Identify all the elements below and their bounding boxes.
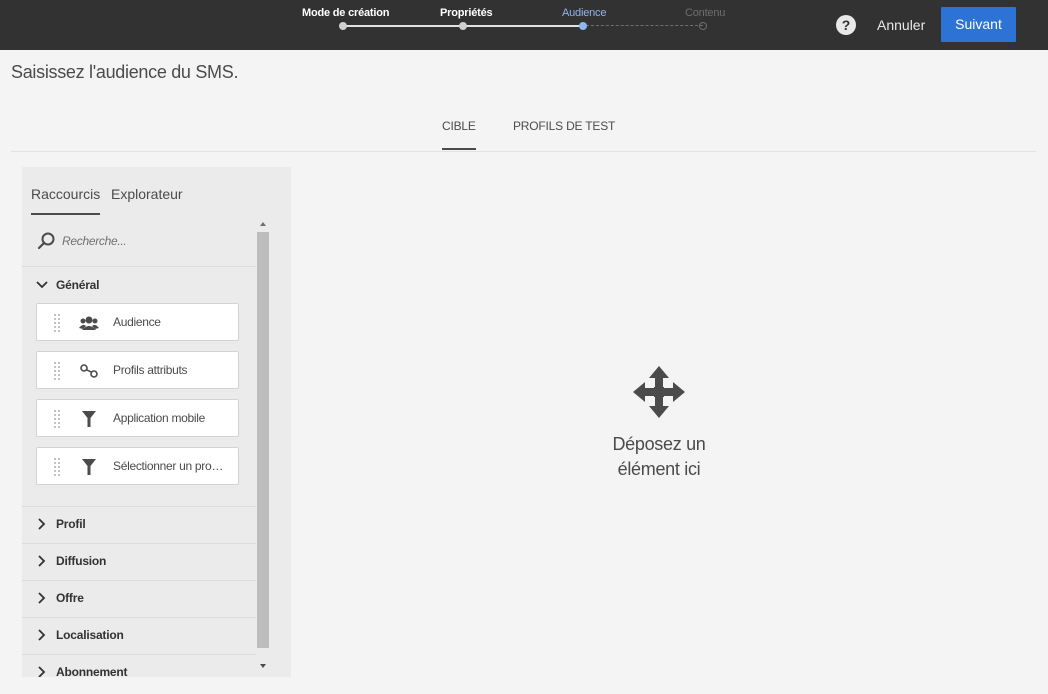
shortcuts-panel: Raccourcis Explorateur Général	[22, 167, 291, 677]
panel-tab-explorateur[interactable]: Explorateur	[111, 186, 183, 202]
shortcut-label: Application mobile	[113, 411, 205, 425]
help-icon[interactable]: ?	[836, 15, 856, 35]
section-label: Localisation	[56, 628, 124, 642]
scroll-down-arrow-icon[interactable]	[258, 661, 268, 671]
section-label: Offre	[56, 591, 84, 605]
shortcut-application-mobile[interactable]: Application mobile	[36, 399, 239, 437]
tabs-divider	[11, 151, 1036, 152]
audience-icon	[79, 316, 99, 330]
section-label: Général	[56, 278, 100, 292]
scrollbar-thumb[interactable]	[257, 232, 269, 648]
section-label: Abonnement	[56, 665, 128, 677]
shortcut-label: Sélectionner un pro…	[113, 459, 224, 473]
section-profil[interactable]: Profil	[22, 506, 256, 543]
chevron-down-icon	[36, 281, 48, 289]
dropzone-line-1: Déposez un	[612, 434, 706, 454]
section-localisation[interactable]: Localisation	[22, 617, 256, 654]
chevron-right-icon	[38, 629, 46, 641]
step-audience[interactable]: Audience	[562, 7, 606, 19]
drag-handle-icon	[54, 314, 60, 332]
shortcut-selectionner-un-profil[interactable]: Sélectionner un pro…	[36, 447, 239, 485]
filter-icon	[82, 411, 96, 427]
section-offre[interactable]: Offre	[22, 580, 256, 617]
filter-icon	[82, 459, 96, 475]
search-icon	[37, 232, 55, 250]
wizard-header: Mode de création Propriétés Audience Con…	[0, 0, 1048, 50]
chevron-right-icon	[38, 592, 46, 604]
next-button[interactable]: Suivant	[941, 7, 1016, 42]
search-input[interactable]	[62, 230, 252, 252]
chevron-right-icon	[38, 555, 46, 567]
step-dot-contenu	[699, 22, 707, 30]
link-attributes-icon	[80, 364, 98, 378]
drag-handle-icon	[54, 362, 60, 380]
section-general[interactable]: Général	[22, 267, 256, 304]
cancel-button[interactable]: Annuler	[868, 10, 934, 40]
shortcut-label: Profils attributs	[113, 363, 188, 377]
move-icon	[633, 366, 685, 418]
section-diffusion[interactable]: Diffusion	[22, 543, 256, 580]
shortcut-label: Audience	[113, 315, 161, 329]
tab-cible[interactable]: CIBLE	[442, 119, 476, 150]
step-dot-mode-de-creation	[339, 22, 347, 30]
section-label: Profil	[56, 517, 86, 531]
shortcut-audience[interactable]: Audience	[36, 303, 239, 341]
progress-line-pending	[586, 25, 703, 26]
drag-handle-icon	[54, 410, 60, 428]
shortcut-profils-attributs[interactable]: Profils attributs	[36, 351, 239, 389]
panel-tab-raccourcis[interactable]: Raccourcis	[31, 186, 101, 215]
drag-handle-icon	[54, 458, 60, 476]
page-title: Saisissez l'audience du SMS.	[11, 62, 239, 82]
dropzone-line-2: élément ici	[617, 459, 701, 479]
chevron-right-icon	[38, 518, 46, 530]
tab-profils-de-test[interactable]: PROFILS DE TEST	[513, 119, 615, 133]
scroll-up-arrow-icon[interactable]	[258, 219, 268, 229]
step-dot-audience	[579, 22, 587, 30]
section-abonnement[interactable]: Abonnement	[22, 654, 256, 677]
dropzone-text: Déposez un élément ici	[580, 432, 738, 482]
chevron-right-icon	[38, 666, 46, 677]
section-label: Diffusion	[56, 554, 107, 568]
step-contenu: Contenu	[685, 7, 726, 19]
step-mode-de-creation[interactable]: Mode de création	[302, 7, 389, 19]
step-dot-proprietes	[459, 22, 467, 30]
step-proprietes[interactable]: Propriétés	[440, 7, 493, 19]
